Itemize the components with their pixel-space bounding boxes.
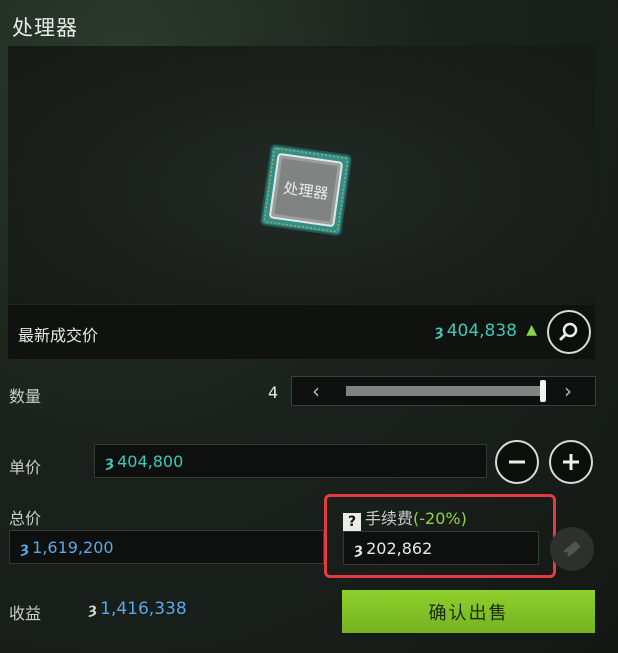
last-price-label: 最新成交价 [18, 326, 99, 345]
coin-icon: ȝ [434, 322, 444, 340]
profit-value: ȝ 1,416,338 [88, 599, 187, 619]
ticket-button[interactable] [550, 527, 594, 571]
unit-price-input[interactable]: ȝ 404,800 [94, 444, 487, 478]
quantity-value: 4 [268, 383, 279, 402]
slider-left-arrow[interactable]: ‹ [312, 379, 320, 403]
coin-icon: ȝ [88, 600, 98, 618]
confirm-sell-button[interactable]: 确认出售 [342, 590, 595, 633]
fee-label[interactable]: ? 手续费(-20%) [343, 505, 467, 531]
last-price-value: ȝ 404,838 [434, 321, 517, 341]
item-preview: 处理器 [8, 46, 595, 304]
quantity-label: 数量 [9, 387, 42, 406]
sell-panel: 处理器 处理器 最新成交价 ȝ 404,838 ▲ 数量 4 ‹ › 单价 ȝ … [0, 0, 618, 653]
magnifier-icon [559, 322, 578, 341]
slider-track[interactable] [346, 386, 546, 396]
profit-label: 收益 [9, 604, 42, 623]
plus-button[interactable] [549, 440, 593, 484]
minus-button[interactable] [495, 440, 539, 484]
search-button[interactable] [547, 310, 591, 354]
total-value-field: ȝ 1,619,200 [9, 530, 324, 564]
unit-price-label: 单价 [9, 458, 42, 477]
cpu-image: 处理器 [260, 144, 352, 236]
slider-right-arrow[interactable]: › [564, 379, 572, 403]
slider-handle[interactable] [540, 380, 546, 402]
question-icon[interactable]: ? [343, 513, 361, 531]
fee-percent: (-20%) [413, 509, 467, 528]
total-label: 总价 [9, 509, 42, 528]
last-price-bar: 最新成交价 ȝ 404,838 ▲ [8, 305, 595, 359]
coin-icon: ȝ [20, 539, 30, 557]
coin-icon: ȝ [105, 453, 115, 471]
up-arrow-icon: ▲ [526, 322, 537, 338]
fee-value-field: ȝ 202,862 [343, 531, 539, 565]
item-title: 处理器 [12, 16, 78, 40]
ticket-icon [563, 541, 581, 557]
plus-icon [563, 454, 579, 470]
minus-icon [509, 460, 525, 464]
quantity-slider[interactable]: ‹ › [291, 376, 596, 406]
coin-icon: ȝ [354, 540, 364, 558]
